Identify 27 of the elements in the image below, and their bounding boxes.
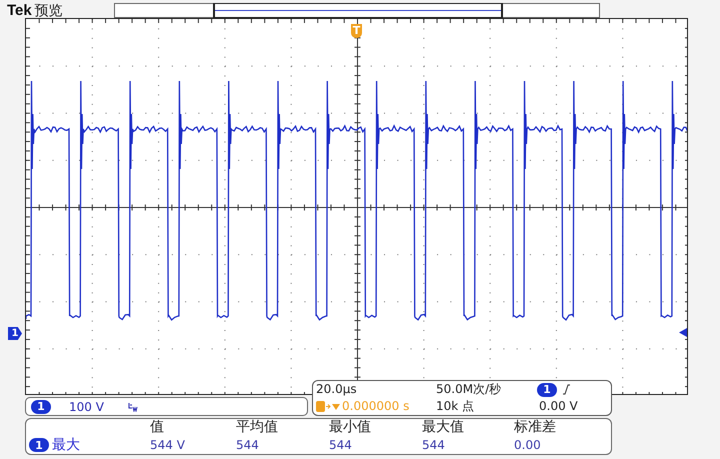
measurement-type: 最大	[52, 436, 80, 454]
channel-badge: 1	[29, 438, 49, 452]
vertical-scale: 100 V	[69, 398, 104, 416]
column-header: 值	[150, 419, 165, 436]
channel-badge: 1	[537, 382, 557, 396]
record-length: 10k 点	[436, 398, 476, 415]
brand-label: Tek	[7, 3, 32, 18]
measurement-value: 544	[329, 436, 353, 454]
column-header: 平均值	[236, 419, 279, 436]
channel-marker: 1	[8, 327, 22, 340]
column-header: 最大值	[422, 419, 465, 436]
trigger-marker: T	[351, 24, 362, 38]
column-header: 最小值	[329, 419, 372, 436]
rising-edge-icon	[563, 384, 570, 395]
channel-badge: 1	[31, 400, 51, 414]
measurement-value: 544 V	[150, 436, 186, 454]
time-scale: 20.0μs	[316, 381, 358, 398]
measurement-value: 544	[236, 436, 260, 454]
sample-rate: 50.0M次/秒	[436, 381, 502, 398]
trigger-offset-icon	[316, 401, 342, 412]
column-header: 标准差	[514, 419, 557, 436]
trigger-level: 0.00 V	[539, 398, 579, 415]
trigger-position: 0.000000 s	[342, 398, 410, 415]
measurement-value: 0.00	[514, 436, 542, 454]
position-arrow-icon	[679, 328, 687, 337]
measurement-value: 544	[422, 436, 446, 454]
mode-label: 预览	[34, 4, 63, 18]
